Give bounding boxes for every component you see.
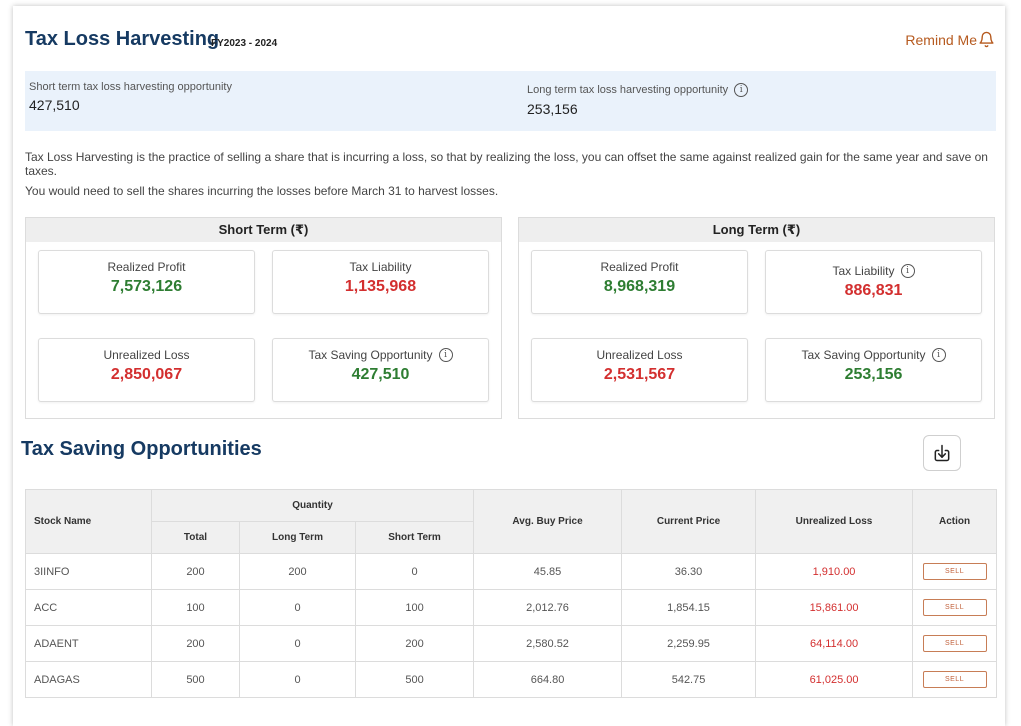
download-icon — [934, 444, 950, 462]
long-term-opportunity: Long term tax loss harvesting opportunit… — [527, 83, 749, 117]
opportunity-summary: Short term tax loss harvesting opportuni… — [25, 71, 996, 131]
current-price: 36.30 — [621, 553, 757, 590]
fiscal-year-label: FY2023 - 2024 — [211, 38, 278, 49]
realized-profit-value: 7,573,126 — [110, 278, 183, 295]
short-term-tax-liability-card: Tax Liability 1,135,968 — [272, 250, 489, 314]
tax-liability-label: Tax Liability — [832, 264, 895, 278]
tax-saving-value: 253,156 — [844, 366, 903, 383]
tax-liability-label: Tax Liability — [349, 260, 412, 274]
short-term-title: Short Term (₹) — [26, 218, 501, 242]
long-term-title: Long Term (₹) — [519, 218, 994, 242]
tax-saving-value: 427,510 — [351, 366, 410, 383]
long-term-qty: 0 — [239, 661, 356, 698]
short-term-unrealized-loss-card: Unrealized Loss 2,850,067 — [38, 338, 255, 402]
unrealized-loss-value: 2,531,567 — [603, 366, 676, 383]
remind-me-label: Remind Me — [905, 31, 977, 48]
unrealized-loss: 64,114.00 — [755, 625, 914, 662]
long-term-panel: Long Term (₹) Realized Profit 8,968,319 … — [518, 217, 995, 419]
realized-profit-label: Realized Profit — [600, 260, 679, 274]
total-qty: 200 — [151, 553, 240, 590]
download-button[interactable] — [923, 435, 961, 471]
avg-buy-price: 2,580.52 — [473, 625, 623, 662]
current-price: 2,259.95 — [621, 625, 757, 662]
short-term-opportunity-value: 427,510 — [29, 97, 80, 113]
avg-buy-price: 2,012.76 — [473, 589, 623, 626]
col-long-term: Long Term — [239, 521, 356, 554]
short-term-tax-saving-card: Tax Saving Opportunity i 427,510 — [272, 338, 489, 402]
short-term-panel: Short Term (₹) Realized Profit 7,573,126… — [25, 217, 502, 419]
description-paragraph: Tax Loss Harvesting is the practice of s… — [25, 150, 988, 178]
tax-liability-value: 886,831 — [844, 282, 903, 299]
info-icon[interactable]: i — [931, 348, 946, 362]
short-term-qty: 200 — [354, 625, 475, 662]
long-term-unrealized-loss-card: Unrealized Loss 2,531,567 — [531, 338, 748, 402]
long-term-opportunity-value: 253,156 — [527, 101, 578, 117]
long-term-tax-liability-card: Tax Liability i 886,831 — [765, 250, 982, 314]
short-term-realized-profit-card: Realized Profit 7,573,126 — [38, 250, 255, 314]
sell-button[interactable]: SELL — [922, 599, 987, 616]
short-term-qty: 500 — [354, 661, 475, 698]
unrealized-loss-value: 2,850,067 — [110, 366, 183, 383]
unrealized-loss-label: Unrealized Loss — [103, 348, 190, 362]
header: Tax Loss Harvesting FY2023 - 2024 Remind… — [25, 28, 999, 58]
deadline-note: You would need to sell the shares incurr… — [25, 184, 499, 198]
long-term-qty: 200 — [239, 553, 356, 590]
total-qty: 200 — [151, 625, 240, 662]
long-term-realized-profit-card: Realized Profit 8,968,319 — [531, 250, 748, 314]
tax-loss-harvesting-card: Tax Loss Harvesting FY2023 - 2024 Remind… — [13, 6, 1005, 726]
long-term-opportunity-label: Long term tax loss harvesting opportunit… — [527, 84, 729, 96]
sell-button[interactable]: SELL — [922, 671, 987, 688]
tax-liability-value: 1,135,968 — [344, 278, 417, 295]
total-qty: 100 — [151, 589, 240, 626]
stock-name: ADAGAS — [25, 661, 152, 698]
sell-button[interactable]: SELL — [922, 563, 987, 580]
page-title: Tax Loss Harvesting — [25, 28, 220, 50]
long-term-tax-saving-card: Tax Saving Opportunity i 253,156 — [765, 338, 982, 402]
unrealized-loss-label: Unrealized Loss — [596, 348, 683, 362]
info-icon[interactable]: i — [438, 348, 453, 362]
col-quantity: Quantity — [150, 489, 475, 522]
long-term-qty: 0 — [239, 625, 356, 662]
stock-name: 3IINFO — [25, 553, 152, 590]
short-term-qty: 100 — [354, 589, 475, 626]
remind-me-button[interactable]: Remind Me — [905, 31, 995, 48]
opportunities-table: Stock Name Quantity Avg. Buy Price Curre… — [25, 489, 998, 698]
tax-saving-label: Tax Saving Opportunity — [308, 348, 433, 362]
col-total: Total — [151, 521, 240, 554]
current-price: 542.75 — [621, 661, 757, 698]
col-unrealized-loss: Unrealized Loss — [755, 489, 914, 554]
table-row: ADAENT 200 0 200 2,580.52 2,259.95 64,11… — [25, 625, 998, 662]
stock-name: ADAENT — [25, 625, 152, 662]
col-stock-name: Stock Name — [25, 489, 152, 554]
info-icon[interactable]: i — [734, 83, 749, 97]
avg-buy-price: 664.80 — [473, 661, 623, 698]
tax-saving-label: Tax Saving Opportunity — [801, 348, 926, 362]
bell-icon — [979, 31, 994, 48]
table-row: ACC 100 0 100 2,012.76 1,854.15 15,861.0… — [25, 589, 998, 626]
unrealized-loss: 61,025.00 — [755, 661, 914, 698]
col-action: Action — [912, 489, 998, 554]
sell-button[interactable]: SELL — [922, 635, 987, 652]
section-title: Tax Saving Opportunities — [21, 438, 262, 460]
short-term-qty: 0 — [354, 553, 475, 590]
realized-profit-label: Realized Profit — [107, 260, 186, 274]
table-row: ADAGAS 500 0 500 664.80 542.75 61,025.00… — [25, 661, 998, 698]
current-price: 1,854.15 — [621, 589, 757, 626]
unrealized-loss: 15,861.00 — [755, 589, 914, 626]
short-term-opportunity: Short term tax loss harvesting opportuni… — [29, 81, 232, 113]
realized-profit-value: 8,968,319 — [603, 278, 676, 295]
total-qty: 500 — [151, 661, 240, 698]
short-term-opportunity-label: Short term tax loss harvesting opportuni… — [29, 81, 232, 93]
avg-buy-price: 45.85 — [473, 553, 623, 590]
col-current-price: Current Price — [621, 489, 757, 554]
col-short-term: Short Term — [354, 521, 475, 554]
unrealized-loss: 1,910.00 — [755, 553, 914, 590]
col-avg-buy-price: Avg. Buy Price — [473, 489, 623, 554]
long-term-qty: 0 — [239, 589, 356, 626]
stock-name: ACC — [25, 589, 152, 626]
info-icon[interactable]: i — [900, 264, 915, 278]
table-row: 3IINFO 200 200 0 45.85 36.30 1,910.00 SE… — [25, 553, 998, 590]
